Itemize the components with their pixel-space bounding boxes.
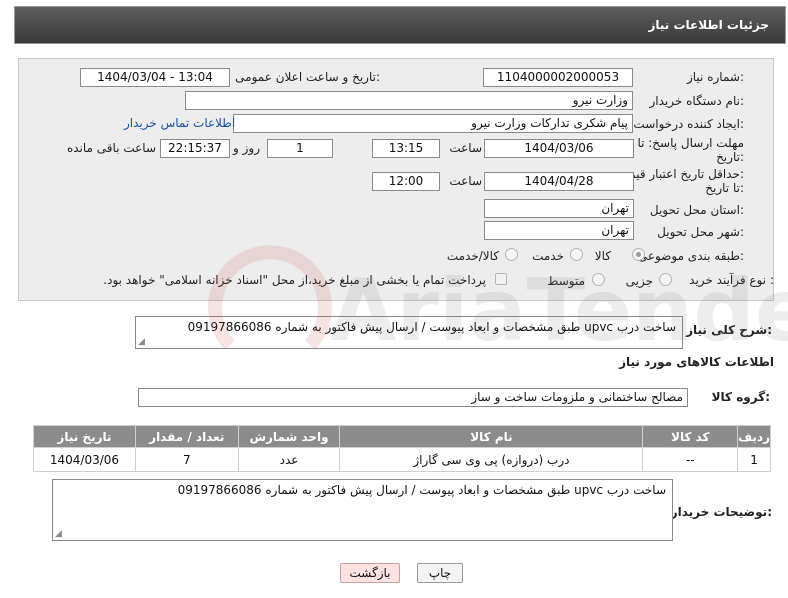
col-unit: واحد شمارش: [237, 425, 341, 448]
process-option-medium: متوسط: [547, 274, 585, 288]
category-option-goods-service: کالا/خدمت: [446, 249, 499, 263]
goods-table-header: ردیف کد کالا نام کالا واحد شمارش تعداد /…: [33, 425, 771, 448]
category-option-goods: کالا: [594, 249, 611, 263]
col-quantity: تعداد / مقدار: [134, 425, 239, 448]
city-field: تهران: [484, 221, 634, 240]
deadline-time-field: 13:15: [372, 139, 440, 158]
description-label: شرح کلی نیاز:: [686, 323, 772, 337]
buyer-contact-link[interactable]: اطلاعات تماس خریدار: [124, 116, 235, 130]
validity-date-field: 1404/04/28: [484, 172, 634, 191]
validity-time-field: 12:00: [372, 172, 440, 191]
radio-icon: [659, 273, 672, 286]
process-radio-medium[interactable]: [592, 273, 605, 286]
deadline-time-label: ساعت: [449, 141, 482, 155]
remaining-time-label: ساعت باقی مانده: [66, 141, 156, 155]
requester-label: ایجاد کننده درخواست:: [633, 117, 744, 131]
category-option-service: خدمت: [532, 249, 564, 263]
buyer-notes-text: ساخت درب upvc طبق مشخصات و ابعاد پیوست /…: [177, 483, 666, 497]
buyer-org-field: وزارت نیرو: [185, 91, 633, 110]
col-code: کد کالا: [642, 425, 739, 448]
table-row: 1 -- درب (دروازه) پی وی سی گاراژ عدد 7 1…: [33, 447, 771, 472]
radio-icon: [592, 273, 605, 286]
page-header: جزئیات اطلاعات نیاز: [14, 6, 786, 44]
need-number-label: شماره نیاز:: [686, 70, 744, 84]
announce-datetime-field: 1404/03/04 - 13:04: [80, 68, 230, 87]
validity-time-label: ساعت: [449, 174, 482, 188]
requester-field: پیام شکری تدارکات وزارت نیرو: [233, 114, 633, 133]
process-type-label: نوع فرآیند خرید :: [689, 273, 774, 287]
radio-icon: [505, 248, 518, 261]
description-text: ساخت درب upvc طبق مشخصات و ابعاد پیوست /…: [187, 320, 676, 334]
cell-code: --: [642, 447, 739, 472]
deadline-label-line1: مهلت ارسال پاسخ: تا: [637, 136, 744, 150]
cell-name: درب (دروازه) پی وی سی گاراژ: [339, 447, 644, 472]
days-label: روز و: [233, 141, 260, 155]
cell-index: 1: [737, 447, 771, 472]
category-radio-goods[interactable]: [632, 248, 645, 261]
checkbox-icon: [495, 273, 507, 285]
goods-group-label: گروه کالا:: [711, 390, 770, 404]
cell-unit: عدد: [237, 447, 341, 472]
col-name: نام کالا: [339, 425, 644, 448]
goods-table: ردیف کد کالا نام کالا واحد شمارش تعداد /…: [33, 425, 771, 472]
province-field: تهران: [484, 199, 634, 218]
treasury-payment-checkbox[interactable]: [495, 273, 507, 285]
remaining-time-field: 22:15:37: [160, 139, 230, 158]
back-button[interactable]: بازگشت: [340, 563, 400, 583]
province-label: استان محل تحویل:: [649, 203, 744, 217]
deadline-date-field: 1404/03/06: [484, 139, 634, 158]
days-remaining-field: 1: [267, 139, 333, 158]
buyer-org-label: نام دستگاه خریدار:: [649, 94, 745, 108]
description-textarea[interactable]: ساخت درب upvc طبق مشخصات و ابعاد پیوست /…: [135, 316, 683, 349]
price-validity-label-line2: تا تاریخ:: [705, 181, 744, 195]
category-radio-goods-service[interactable]: [505, 248, 518, 261]
resize-handle-icon[interactable]: ◢: [55, 530, 62, 539]
cell-quantity: 7: [134, 447, 239, 472]
goods-section-title: اطلاعات کالاهای مورد نیاز: [619, 355, 774, 369]
page-title: جزئیات اطلاعات نیاز: [648, 18, 769, 32]
announce-datetime-label: تاریخ و ساعت اعلان عمومی:: [235, 70, 380, 84]
buyer-notes-textarea[interactable]: ساخت درب upvc طبق مشخصات و ابعاد پیوست /…: [52, 479, 673, 541]
category-radio-service[interactable]: [570, 248, 583, 261]
col-index: ردیف: [737, 425, 771, 448]
cell-need-date: 1404/03/06: [33, 447, 136, 472]
process-option-minor: جزیی: [625, 274, 653, 288]
need-number-field: 1104000002000053: [483, 68, 633, 87]
treasury-payment-note: پرداخت تمام یا بخشی از مبلغ خرید،از محل …: [103, 273, 486, 287]
price-validity-label-line1: حداقل تاریخ اعتبار قیمت:: [617, 167, 744, 181]
goods-group-field: مصالح ساختمانی و ملزومات ساخت و ساز: [138, 388, 688, 407]
category-label: طبقه بندی موضوعی:: [637, 249, 744, 263]
buyer-notes-label: توضیحات خریدار:: [670, 505, 772, 519]
print-button[interactable]: چاپ: [417, 563, 463, 583]
resize-handle-icon[interactable]: ◢: [138, 338, 145, 347]
col-need-date: تاریخ نیاز: [33, 425, 136, 448]
radio-selected-icon: [632, 248, 645, 261]
radio-icon: [570, 248, 583, 261]
city-label: شهر محل تحویل:: [657, 225, 744, 239]
deadline-label-line2: تاریخ:: [716, 150, 744, 164]
process-radio-minor[interactable]: [659, 273, 672, 286]
